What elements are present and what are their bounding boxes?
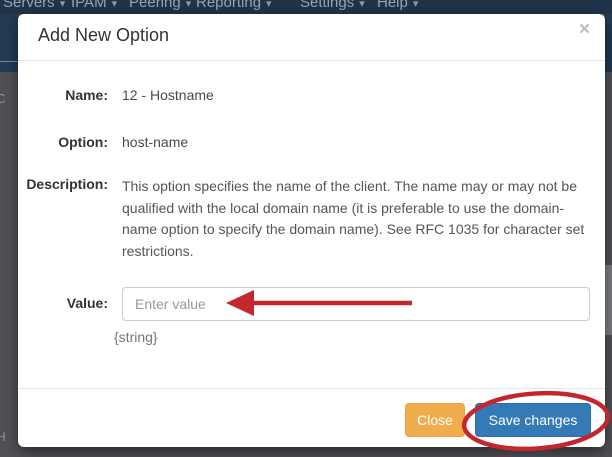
option-label: Option: — [18, 134, 108, 150]
dialog-title: Add New Option — [38, 25, 169, 46]
background-text-fragment: C — [0, 91, 5, 106]
close-button[interactable]: Close — [405, 403, 465, 437]
chevron-down-icon: ▾ — [413, 0, 419, 10]
save-changes-button[interactable]: Save changes — [475, 403, 591, 437]
page-scrollbar-thumb — [605, 265, 612, 335]
description-value: This option specifies the name of the cl… — [122, 176, 594, 262]
navbar-right-remnant — [605, 14, 612, 72]
navbar-left-remnant — [0, 14, 18, 72]
nav-item-reporting[interactable]: Reporting▾ — [196, 0, 272, 11]
nav-item-ipam[interactable]: IPAM▾ — [71, 0, 117, 11]
close-icon[interactable]: × — [579, 20, 590, 39]
value-type-hint: {string} — [114, 329, 158, 345]
chevron-down-icon: ▾ — [60, 0, 66, 10]
chevron-down-icon: ▾ — [186, 0, 192, 10]
chevron-down-icon: ▾ — [266, 0, 272, 10]
value-input[interactable] — [122, 287, 590, 321]
name-label: Name: — [18, 87, 108, 103]
background-text-fragment: H — [0, 430, 6, 444]
nav-item-help[interactable]: Help▾ — [377, 0, 418, 11]
chevron-down-icon: ▾ — [112, 0, 118, 10]
nav-item-settings[interactable]: Settings▾ — [300, 0, 365, 11]
nav-item-peering[interactable]: Peering▾ — [129, 0, 191, 11]
option-value: host-name — [122, 134, 188, 150]
background-page-line — [0, 61, 18, 62]
value-label: Value: — [18, 295, 108, 311]
name-value: 12 - Hostname — [122, 87, 214, 103]
top-navbar: Servers▾ IPAM▾ Peering▾ Reporting▾ Setti… — [0, 0, 612, 14]
add-new-option-dialog: Add New Option × Name: 12 - Hostname Opt… — [18, 14, 605, 447]
nav-item-servers[interactable]: Servers▾ — [3, 0, 65, 11]
footer-divider — [18, 388, 605, 389]
dialog-header: Add New Option × — [18, 14, 605, 61]
chevron-down-icon: ▾ — [359, 0, 365, 10]
description-label: Description: — [18, 176, 108, 192]
